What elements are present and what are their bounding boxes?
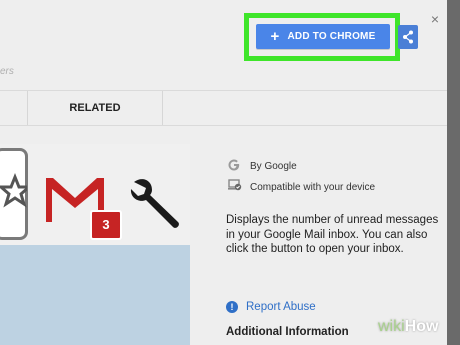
- author-label: By Google: [250, 161, 297, 172]
- compatible-device-icon: [228, 179, 242, 191]
- additional-information-heading: Additional Information: [226, 326, 349, 338]
- compatibility-label: Compatible with your device: [250, 182, 376, 193]
- watermark-part2: How: [404, 318, 439, 335]
- star-icon: [0, 172, 33, 208]
- share-button[interactable]: [398, 25, 418, 49]
- watermark-part1: wiki: [378, 318, 405, 335]
- wikihow-watermark: wikiHow: [378, 318, 438, 336]
- user-count-subtext: ers: [0, 66, 14, 77]
- highlight-box: [244, 13, 400, 61]
- google-g-icon: [228, 159, 240, 171]
- details-panel: By Google Compatible with your device Di…: [204, 150, 447, 345]
- wrench-icon: [130, 179, 179, 228]
- description-text: Displays the number of unread messages i…: [226, 214, 439, 255]
- tab-divider: [27, 91, 28, 125]
- share-icon: [403, 30, 413, 44]
- tab-divider: [162, 91, 163, 125]
- close-icon[interactable]: ×: [428, 12, 442, 26]
- screenshot-stage: × + ADD TO CHROME ers RELATED 3 By Googl…: [0, 0, 460, 345]
- report-abuse-icon: !: [226, 301, 238, 313]
- tab-bar: RELATED: [0, 90, 447, 126]
- screenshot-preview-area: [0, 245, 190, 345]
- extension-dialog: × + ADD TO CHROME ers RELATED 3 By Googl…: [0, 0, 447, 345]
- background-overlay: [447, 0, 460, 345]
- tab-related[interactable]: RELATED: [30, 91, 160, 125]
- unread-count-badge: 3: [90, 210, 122, 240]
- star-tile: [0, 148, 33, 240]
- report-abuse-link[interactable]: Report Abuse: [246, 301, 316, 313]
